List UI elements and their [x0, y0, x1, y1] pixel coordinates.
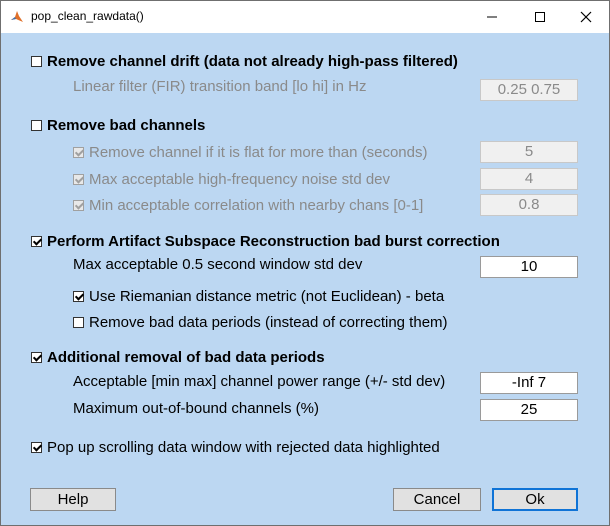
asr-checkbox[interactable]: Perform Artifact Subspace Reconstruction…	[31, 233, 500, 250]
dialog-window: pop_clean_rawdata() Remove channel drift…	[0, 0, 610, 526]
remove-drift-checkbox[interactable]: Remove channel drift (data not already h…	[31, 53, 458, 70]
maximize-icon	[535, 12, 545, 22]
title-bar: pop_clean_rawdata()	[1, 1, 609, 33]
checkbox-box[interactable]	[73, 174, 84, 185]
checkbox-box[interactable]	[31, 352, 42, 363]
checkbox-box[interactable]	[31, 236, 42, 247]
close-icon	[580, 11, 592, 23]
remove-drift-label: Remove channel drift (data not already h…	[47, 53, 458, 70]
additional-removal-label: Additional removal of bad data periods	[47, 349, 325, 366]
remove-periods-checkbox[interactable]: Remove bad data periods (instead of corr…	[73, 314, 448, 331]
correlation-field[interactable]: 0.8	[480, 194, 578, 216]
remove-periods-label: Remove bad data periods (instead of corr…	[89, 314, 448, 331]
checkbox-box[interactable]	[31, 442, 42, 453]
flat-channel-label: Remove channel if it is flat for more th…	[89, 144, 428, 161]
riemannian-label: Use Riemanian distance metric (not Eucli…	[89, 288, 445, 305]
ok-button[interactable]: Ok	[492, 488, 578, 511]
window-std-field[interactable]: 10	[480, 256, 578, 278]
asr-label: Perform Artifact Subspace Reconstruction…	[47, 233, 500, 250]
window-std-label: Max acceptable 0.5 second window std dev	[73, 256, 363, 273]
flat-seconds-field[interactable]: 5	[480, 141, 578, 163]
additional-removal-checkbox[interactable]: Additional removal of bad data periods	[31, 349, 325, 366]
checkbox-box[interactable]	[31, 56, 42, 67]
help-button[interactable]: Help	[30, 488, 116, 511]
hf-noise-field[interactable]: 4	[480, 168, 578, 190]
popup-window-checkbox[interactable]: Pop up scrolling data window with reject…	[31, 439, 440, 456]
filter-band-field[interactable]: 0.25 0.75	[480, 79, 578, 101]
correlation-label: Min acceptable correlation with nearby c…	[89, 197, 424, 214]
close-button[interactable]	[563, 1, 609, 33]
checkbox-box[interactable]	[73, 200, 84, 211]
power-range-label: Acceptable [min max] channel power range…	[73, 373, 446, 390]
out-of-bound-label: Maximum out-of-bound channels (%)	[73, 400, 319, 417]
maximize-button[interactable]	[517, 1, 563, 33]
minimize-icon	[487, 16, 497, 18]
remove-bad-channels-checkbox[interactable]: Remove bad channels	[31, 117, 205, 134]
checkbox-box[interactable]	[73, 317, 84, 328]
flat-channel-checkbox[interactable]: Remove channel if it is flat for more th…	[73, 144, 427, 161]
power-range-field[interactable]: -Inf 7	[480, 372, 578, 394]
remove-bad-channels-label: Remove bad channels	[47, 117, 206, 134]
filter-band-label: Linear filter (FIR) transition band [lo …	[73, 78, 367, 95]
checkbox-box[interactable]	[73, 291, 84, 302]
riemannian-checkbox[interactable]: Use Riemanian distance metric (not Eucli…	[73, 288, 444, 305]
hf-noise-label: Max acceptable high-frequency noise std …	[89, 171, 391, 188]
correlation-checkbox[interactable]: Min acceptable correlation with nearby c…	[73, 197, 423, 214]
checkbox-box[interactable]	[31, 120, 42, 131]
popup-window-label: Pop up scrolling data window with reject…	[47, 439, 440, 456]
cancel-button[interactable]: Cancel	[393, 488, 481, 511]
matlab-app-icon	[10, 10, 24, 24]
checkbox-box[interactable]	[73, 147, 84, 158]
window-title: pop_clean_rawdata()	[31, 9, 144, 23]
minimize-button[interactable]	[469, 1, 515, 33]
out-of-bound-field[interactable]: 25	[480, 399, 578, 421]
dialog-content: Remove channel drift (data not already h…	[1, 33, 609, 525]
hf-noise-checkbox[interactable]: Max acceptable high-frequency noise std …	[73, 171, 390, 188]
